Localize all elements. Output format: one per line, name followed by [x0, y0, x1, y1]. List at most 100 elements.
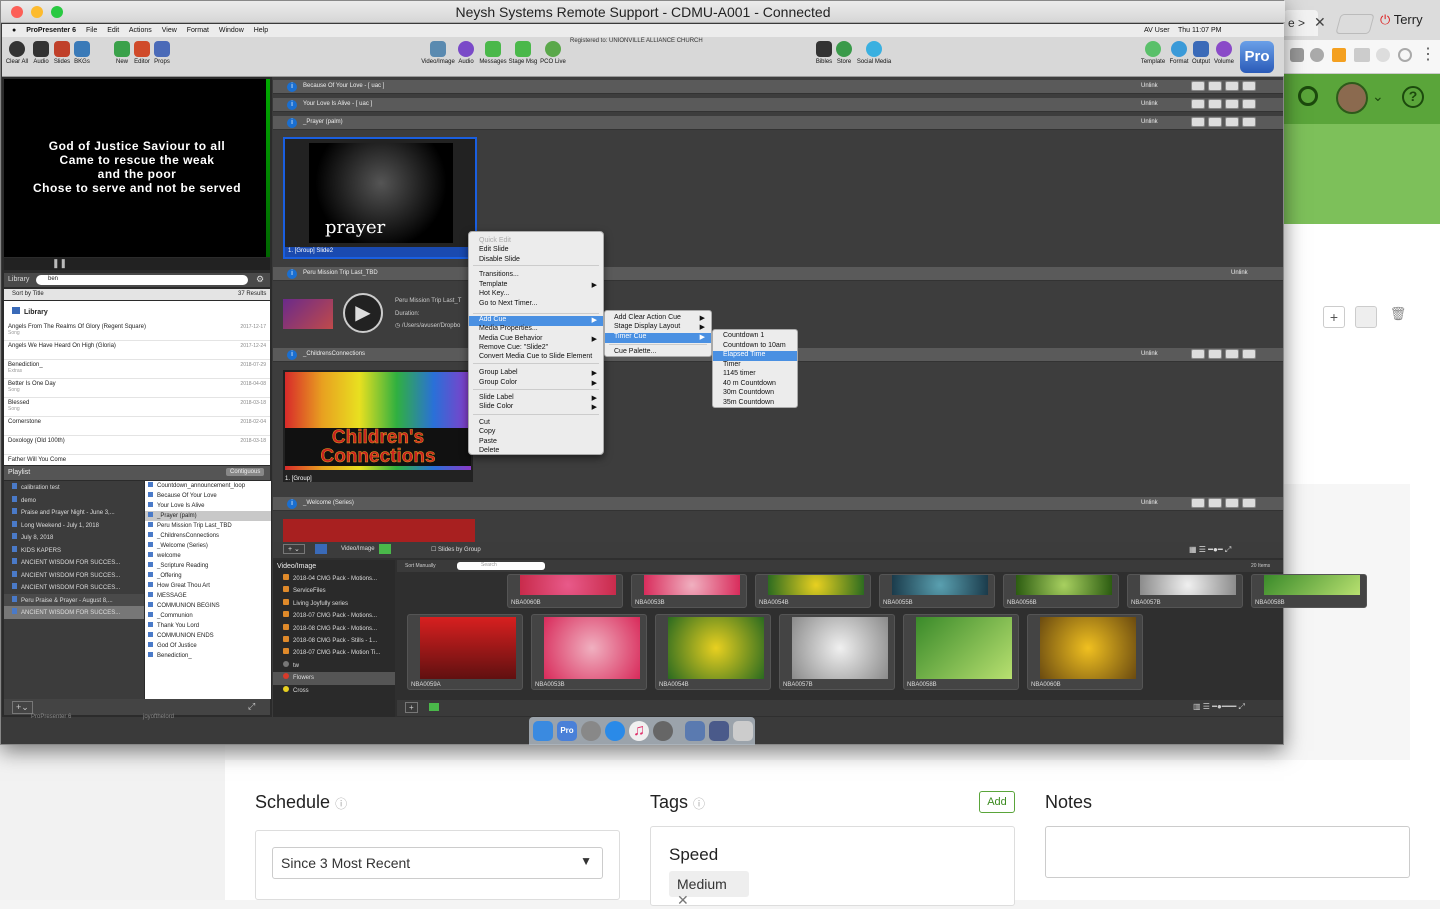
list-item[interactable]: Father Will You Come [4, 455, 270, 465]
peru-thumbnail[interactable] [283, 299, 333, 329]
playlist-document[interactable]: Peru Mission Trip Last_TBD [145, 521, 271, 531]
play-icon[interactable]: ▶ [343, 293, 383, 333]
menu-actions[interactable]: Actions [129, 27, 152, 34]
presentation-row[interactable]: i _Welcome (Series) Unlink [273, 497, 1283, 511]
playlist-item[interactable]: July 8, 2018 [4, 531, 144, 544]
playlist-document[interactable]: How Great Thou Art [145, 581, 271, 591]
context-menu-item[interactable]: Media Properties... [469, 325, 603, 335]
timer-item[interactable]: Elapsed Time [713, 351, 797, 361]
video-image-tab[interactable]: Video/Image [341, 546, 375, 552]
notes-textarea[interactable] [1045, 826, 1410, 878]
apple-icon[interactable]: ● [12, 27, 16, 34]
media-thumbnail[interactable]: NBA0058B [903, 614, 1019, 690]
volume-button[interactable]: Volume [1211, 41, 1237, 65]
media-folder[interactable]: 2018-04 CMG Pack - Motions... [273, 573, 395, 585]
context-menu-item[interactable]: Delete [469, 447, 603, 457]
menu-format[interactable]: Format [187, 27, 209, 34]
add-icon[interactable]: + [1323, 306, 1345, 328]
library-search-input[interactable]: ben [36, 275, 248, 285]
status-clock[interactable]: Thu 11:07 PM [1178, 24, 1221, 37]
media-folder[interactable]: Living Joyfully series [273, 598, 395, 610]
extension-icon[interactable] [1290, 48, 1304, 62]
document-icon[interactable] [685, 721, 705, 741]
zoom-window-button[interactable] [51, 6, 63, 18]
messages-button[interactable]: Messages [478, 41, 508, 65]
playlist-item[interactable]: KIDS KAPERS [4, 544, 144, 557]
context-menu-item[interactable]: Transitions... [469, 271, 603, 281]
media-folder[interactable]: Cross [273, 685, 395, 697]
playlist-item[interactable]: ANCIENT WISDOM FOR SUCCES... [4, 581, 144, 594]
media-search-input[interactable]: Search [457, 562, 545, 570]
add-playlist-button[interactable]: +⌄ [12, 701, 33, 714]
trash-icon[interactable] [733, 721, 753, 741]
browser-tab[interactable]: e > [1284, 10, 1318, 36]
media-thumbnail[interactable]: NBA0054B [655, 614, 771, 690]
video-image-button[interactable]: Video/Image [420, 41, 456, 65]
menu-edit[interactable]: Edit [107, 27, 119, 34]
propresenter-dock-icon[interactable]: Pro [557, 721, 577, 741]
children-slide[interactable]: Children's Connections 1. [Group] [283, 370, 473, 482]
bkgs-clear-button[interactable]: BKGs [69, 41, 95, 65]
list-item[interactable]: Blessed Song 2018-03-18 [4, 398, 270, 417]
add-media-button[interactable]: + [405, 702, 418, 713]
media-folder[interactable]: 2018-07 CMG Pack - Motion Ti... [273, 647, 395, 659]
media-thumbnail[interactable]: NBA0057B [1127, 574, 1243, 608]
media-folder[interactable]: 2018-08 CMG Pack - Stills - 1... [273, 635, 395, 647]
context-menu-item[interactable]: Edit Slide [469, 246, 603, 256]
playlist-document[interactable]: _Welcome (Series) [145, 541, 271, 551]
playlist-document[interactable]: COMMUNION BEGINS [145, 601, 271, 611]
info-icon[interactable]: i [287, 100, 297, 110]
timer-item[interactable]: 35m Countdown [713, 399, 797, 409]
info-icon[interactable]: i [287, 499, 297, 509]
add-button[interactable]: + ⌄ [283, 544, 305, 554]
context-menu-item[interactable]: Group Label [469, 369, 603, 379]
presentation-row[interactable]: i Your Love Is Alive - [ uac ] Unlink [273, 98, 1283, 112]
playlist-document[interactable]: _ChildrensConnections [145, 531, 271, 541]
pause-icon[interactable]: ❚❚ [52, 258, 67, 269]
kebab-menu-icon[interactable]: ⋮ [1420, 44, 1436, 64]
audio-bin-button[interactable]: Audio [453, 41, 479, 65]
help-icon[interactable]: ? [1402, 86, 1424, 108]
list-item[interactable]: Angels From The Realms Of Glory (Regent … [4, 322, 270, 341]
clear-all-button[interactable]: Clear All [4, 41, 30, 65]
context-menu-item[interactable]: Convert Media Cue to Slide Element [469, 353, 603, 363]
playlist-item[interactable]: ANCIENT WISDOM FOR SUCCES... [4, 569, 144, 582]
archive-icon[interactable] [1355, 306, 1377, 328]
new-tab-button[interactable] [1335, 14, 1375, 34]
sort-manually[interactable]: Sort Manually [405, 563, 436, 569]
sort-dropdown[interactable]: Sort by Title [12, 291, 44, 297]
playlist-item[interactable]: demo [4, 494, 144, 507]
search-icon[interactable] [1298, 86, 1318, 106]
menu-file[interactable]: File [86, 27, 97, 34]
launchpad-icon[interactable] [581, 721, 601, 741]
extension-icon-2[interactable] [1376, 48, 1390, 62]
close-window-button[interactable] [11, 6, 23, 18]
extension-icon-3[interactable] [1398, 48, 1412, 62]
media-folder[interactable]: 2018-07 CMG Pack - Motions... [273, 610, 395, 622]
add-tag-button[interactable]: Add [979, 791, 1015, 813]
playlist-document[interactable]: Your Love Is Alive [145, 501, 271, 511]
timer-item[interactable]: 1145 timer [713, 370, 797, 380]
context-menu-item[interactable]: Go to Next Timer... [469, 300, 603, 310]
expand-icon[interactable]: ⤢ [248, 701, 255, 712]
media-folder[interactable]: ServiceFiles [273, 585, 395, 597]
media-icon[interactable] [429, 703, 439, 711]
trash-icon[interactable]: 🗑 [1387, 306, 1409, 328]
playlist-document[interactable]: _Scripture Reading [145, 561, 271, 571]
chevron-down-icon[interactable]: ⌄ [1372, 88, 1384, 105]
playlist-item[interactable]: Peru Praise & Prayer - August 8,... [4, 593, 144, 606]
itunes-icon[interactable]: ♫ [629, 721, 649, 741]
remove-tag-icon[interactable]: ✕ [677, 892, 689, 908]
media-thumbnail[interactable]: NBA0054B [755, 574, 871, 608]
media-thumbnail[interactable]: NBA0055B [879, 574, 995, 608]
media-thumbnail[interactable]: NBA0059A [407, 614, 523, 690]
playlist-item[interactable]: Praise and Prayer Night - June 3,... [4, 506, 144, 519]
media-thumbnail[interactable]: NBA0056B [1003, 574, 1119, 608]
info-icon[interactable]: i [287, 82, 297, 92]
info-icon[interactable]: i [287, 269, 297, 279]
drive-icon[interactable] [1354, 48, 1370, 62]
playlist-item[interactable]: ANCIENT WISDOM FOR SUCCES... [4, 606, 144, 619]
timer-item[interactable]: Countdown to 10am [713, 342, 797, 352]
playlist-item[interactable]: calibration test [4, 481, 144, 494]
stage-msg-button[interactable]: Stage Msg [508, 41, 538, 65]
